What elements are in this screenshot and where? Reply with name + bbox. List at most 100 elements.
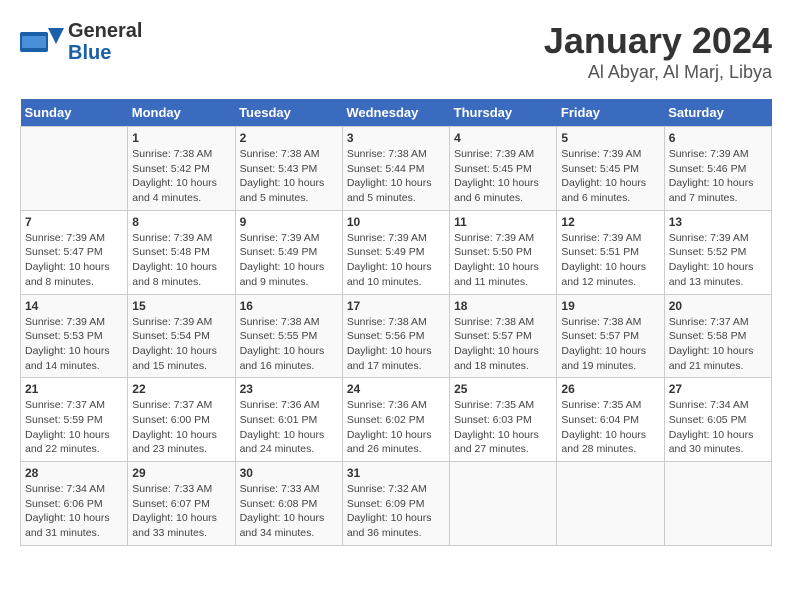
logo: General Blue (20, 20, 142, 64)
day-info: Sunrise: 7:38 AM Sunset: 5:55 PM Dayligh… (240, 315, 338, 374)
day-number: 18 (454, 299, 552, 313)
calendar-cell: 31Sunrise: 7:32 AM Sunset: 6:09 PM Dayli… (342, 462, 449, 546)
day-number: 28 (25, 466, 123, 480)
weekday-header-monday: Monday (128, 99, 235, 127)
day-number: 26 (561, 382, 659, 396)
day-number: 9 (240, 215, 338, 229)
calendar-cell: 14 Sunrise: 7:39 AM Sunset: 5:53 PM Dayli… (21, 294, 128, 378)
day-info: Sunrise: 7:38 AM Sunset: 5:43 PM Dayligh… (240, 147, 338, 206)
day-number: 24 (347, 382, 445, 396)
calendar-cell: 18 Sunrise: 7:38 AM Sunset: 5:57 PM Dayli… (450, 294, 557, 378)
day-info: Sunrise: 7:38 AM Sunset: 5:42 PM Dayligh… (132, 147, 230, 206)
day-info: Sunrise: 7:39 AM Sunset: 5:50 PM Dayligh… (454, 231, 552, 290)
calendar-cell: 22Sunrise: 7:37 AM Sunset: 6:00 PM Dayli… (128, 378, 235, 462)
day-info: Sunrise: 7:37 AM Sunset: 6:00 PM Dayligh… (132, 398, 230, 457)
calendar-cell (557, 462, 664, 546)
weekday-header-sunday: Sunday (21, 99, 128, 127)
day-info: Sunrise: 7:34 AM Sunset: 6:06 PM Dayligh… (25, 482, 123, 541)
calendar-cell: 20 Sunrise: 7:37 AM Sunset: 5:58 PM Dayli… (664, 294, 771, 378)
day-number: 13 (669, 215, 767, 229)
calendar-cell (664, 462, 771, 546)
day-info: Sunrise: 7:39 AM Sunset: 5:52 PM Dayligh… (669, 231, 767, 290)
day-info: Sunrise: 7:39 AM Sunset: 5:53 PM Dayligh… (25, 315, 123, 374)
day-info: Sunrise: 7:35 AM Sunset: 6:04 PM Dayligh… (561, 398, 659, 457)
day-info: Sunrise: 7:37 AM Sunset: 5:59 PM Dayligh… (25, 398, 123, 457)
day-info: Sunrise: 7:38 AM Sunset: 5:44 PM Dayligh… (347, 147, 445, 206)
calendar-subtitle: Al Abyar, Al Marj, Libya (544, 62, 772, 83)
day-info: Sunrise: 7:39 AM Sunset: 5:49 PM Dayligh… (347, 231, 445, 290)
day-info: Sunrise: 7:39 AM Sunset: 5:54 PM Dayligh… (132, 315, 230, 374)
calendar-cell: 10 Sunrise: 7:39 AM Sunset: 5:49 PM Dayli… (342, 210, 449, 294)
day-info: Sunrise: 7:34 AM Sunset: 6:05 PM Dayligh… (669, 398, 767, 457)
day-number: 7 (25, 215, 123, 229)
day-number: 14 (25, 299, 123, 313)
calendar-cell: 4 Sunrise: 7:39 AM Sunset: 5:45 PM Daylig… (450, 127, 557, 211)
calendar-cell: 3 Sunrise: 7:38 AM Sunset: 5:44 PM Daylig… (342, 127, 449, 211)
calendar-cell: 1 Sunrise: 7:38 AM Sunset: 5:42 PM Daylig… (128, 127, 235, 211)
weekday-header-row: SundayMondayTuesdayWednesdayThursdayFrid… (21, 99, 772, 127)
calendar-cell: 29Sunrise: 7:33 AM Sunset: 6:07 PM Dayli… (128, 462, 235, 546)
day-number: 12 (561, 215, 659, 229)
day-info: Sunrise: 7:39 AM Sunset: 5:47 PM Dayligh… (25, 231, 123, 290)
day-number: 31 (347, 466, 445, 480)
day-info: Sunrise: 7:39 AM Sunset: 5:49 PM Dayligh… (240, 231, 338, 290)
calendar-table: SundayMondayTuesdayWednesdayThursdayFrid… (20, 99, 772, 546)
calendar-cell (450, 462, 557, 546)
day-number: 21 (25, 382, 123, 396)
day-number: 20 (669, 299, 767, 313)
day-info: Sunrise: 7:38 AM Sunset: 5:57 PM Dayligh… (454, 315, 552, 374)
day-info: Sunrise: 7:37 AM Sunset: 5:58 PM Dayligh… (669, 315, 767, 374)
day-number: 23 (240, 382, 338, 396)
day-number: 10 (347, 215, 445, 229)
day-number: 17 (347, 299, 445, 313)
calendar-cell: 24 Sunrise: 7:36 AM Sunset: 6:02 PM Dayli… (342, 378, 449, 462)
calendar-cell: 26 Sunrise: 7:35 AM Sunset: 6:04 PM Dayli… (557, 378, 664, 462)
day-info: Sunrise: 7:36 AM Sunset: 6:02 PM Dayligh… (347, 398, 445, 457)
title-block: January 2024 Al Abyar, Al Marj, Libya (544, 20, 772, 83)
day-info: Sunrise: 7:33 AM Sunset: 6:08 PM Dayligh… (240, 482, 338, 541)
calendar-cell: 12 Sunrise: 7:39 AM Sunset: 5:51 PM Dayli… (557, 210, 664, 294)
calendar-cell (21, 127, 128, 211)
calendar-cell: 16 Sunrise: 7:38 AM Sunset: 5:55 PM Dayli… (235, 294, 342, 378)
day-number: 2 (240, 131, 338, 145)
day-info: Sunrise: 7:39 AM Sunset: 5:45 PM Dayligh… (561, 147, 659, 206)
calendar-cell: 19Sunrise: 7:38 AM Sunset: 5:57 PM Dayli… (557, 294, 664, 378)
day-info: Sunrise: 7:38 AM Sunset: 5:56 PM Dayligh… (347, 315, 445, 374)
day-number: 3 (347, 131, 445, 145)
weekday-header-tuesday: Tuesday (235, 99, 342, 127)
day-number: 19 (561, 299, 659, 313)
day-info: Sunrise: 7:39 AM Sunset: 5:45 PM Dayligh… (454, 147, 552, 206)
calendar-cell: 30Sunrise: 7:33 AM Sunset: 6:08 PM Dayli… (235, 462, 342, 546)
calendar-week-1: 1 Sunrise: 7:38 AM Sunset: 5:42 PM Daylig… (21, 127, 772, 211)
day-number: 1 (132, 131, 230, 145)
calendar-cell: 17 Sunrise: 7:38 AM Sunset: 5:56 PM Dayli… (342, 294, 449, 378)
calendar-cell: 13 Sunrise: 7:39 AM Sunset: 5:52 PM Dayli… (664, 210, 771, 294)
calendar-cell: 5 Sunrise: 7:39 AM Sunset: 5:45 PM Daylig… (557, 127, 664, 211)
day-number: 5 (561, 131, 659, 145)
day-number: 4 (454, 131, 552, 145)
calendar-title: January 2024 (544, 20, 772, 62)
day-number: 15 (132, 299, 230, 313)
day-info: Sunrise: 7:39 AM Sunset: 5:46 PM Dayligh… (669, 147, 767, 206)
logo-icon (20, 24, 64, 60)
calendar-cell: 11 Sunrise: 7:39 AM Sunset: 5:50 PM Dayli… (450, 210, 557, 294)
day-number: 16 (240, 299, 338, 313)
day-number: 25 (454, 382, 552, 396)
calendar-cell: 25Sunrise: 7:35 AM Sunset: 6:03 PM Dayli… (450, 378, 557, 462)
calendar-week-2: 7 Sunrise: 7:39 AM Sunset: 5:47 PM Daylig… (21, 210, 772, 294)
calendar-cell: 27Sunrise: 7:34 AM Sunset: 6:05 PM Dayli… (664, 378, 771, 462)
day-number: 29 (132, 466, 230, 480)
weekday-header-friday: Friday (557, 99, 664, 127)
day-info: Sunrise: 7:39 AM Sunset: 5:51 PM Dayligh… (561, 231, 659, 290)
calendar-cell: 7 Sunrise: 7:39 AM Sunset: 5:47 PM Daylig… (21, 210, 128, 294)
day-number: 11 (454, 215, 552, 229)
day-number: 6 (669, 131, 767, 145)
calendar-cell: 21 Sunrise: 7:37 AM Sunset: 5:59 PM Dayli… (21, 378, 128, 462)
day-number: 8 (132, 215, 230, 229)
calendar-cell: 23 Sunrise: 7:36 AM Sunset: 6:01 PM Dayli… (235, 378, 342, 462)
day-info: Sunrise: 7:36 AM Sunset: 6:01 PM Dayligh… (240, 398, 338, 457)
day-info: Sunrise: 7:39 AM Sunset: 5:48 PM Dayligh… (132, 231, 230, 290)
calendar-week-5: 28 Sunrise: 7:34 AM Sunset: 6:06 PM Dayli… (21, 462, 772, 546)
weekday-header-thursday: Thursday (450, 99, 557, 127)
weekday-header-saturday: Saturday (664, 99, 771, 127)
